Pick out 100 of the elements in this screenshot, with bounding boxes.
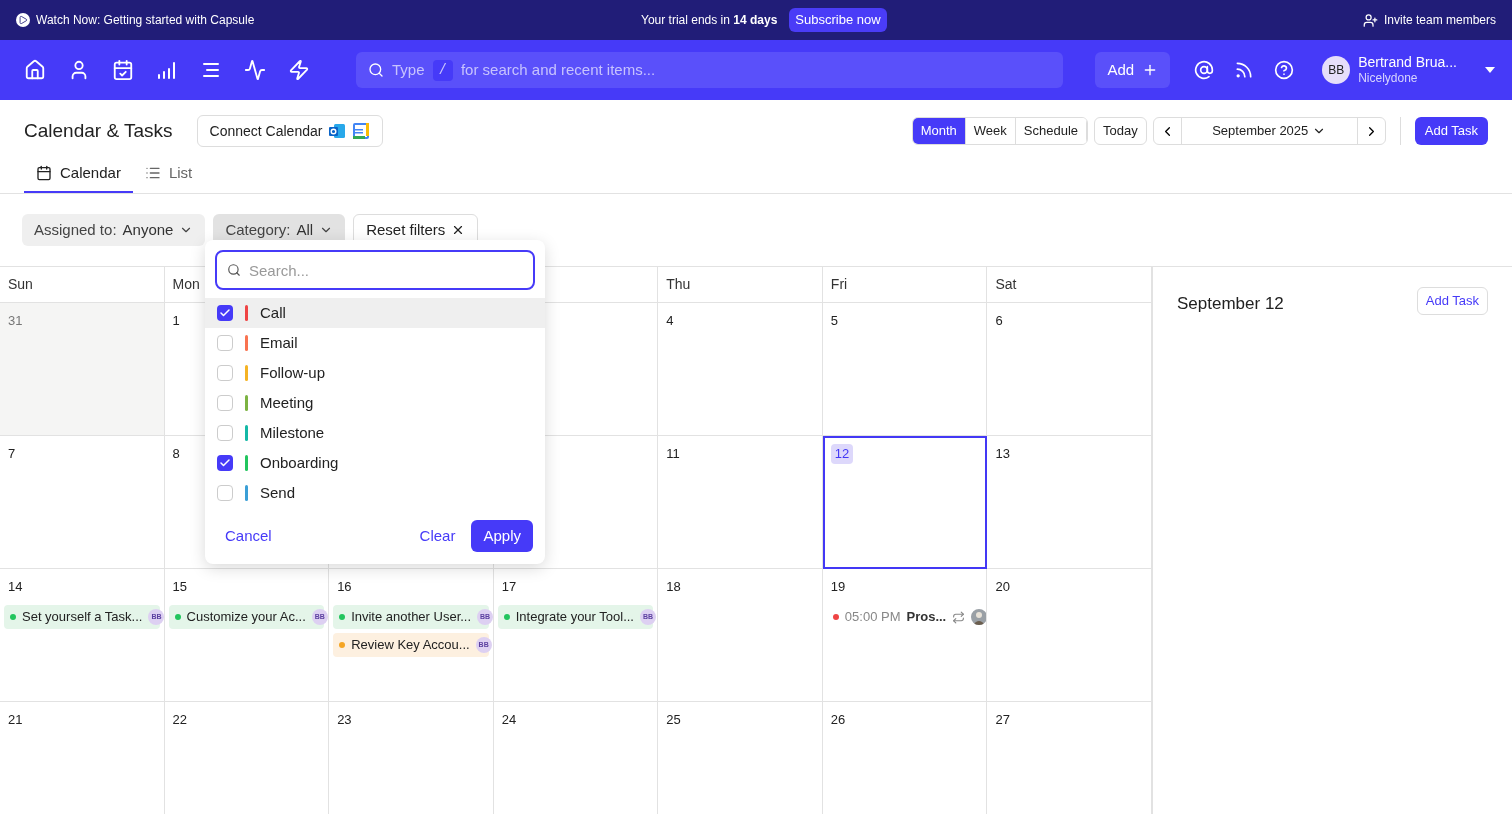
day-number: 12 [830,444,854,464]
task-title: Invite another User... [351,608,472,627]
day-number: 21 [8,711,23,730]
home-icon [24,59,46,81]
mention-icon[interactable] [1194,60,1215,80]
day-cell[interactable]: 7 [0,436,165,569]
day-number: 22 [172,711,188,730]
day-cell[interactable]: 4 [658,303,823,436]
lightning-icon [288,59,310,81]
day-number: 17 [501,578,517,597]
task-title: Integrate your Tool... [515,608,634,627]
category-label: Milestone [260,422,325,443]
day-number: 20 [995,578,1010,597]
category-option[interactable]: Call [205,298,545,328]
event-chip[interactable]: 05:00 PM Pros... [826,605,983,629]
day-number: 15 [172,578,188,597]
day-number: 7 [8,445,16,464]
day-number: 14 [8,578,23,597]
checkbox[interactable] [217,485,233,501]
checkbox[interactable] [217,365,233,381]
day-cell[interactable]: 31 [0,303,165,436]
check-icon [219,457,231,469]
category-label: Follow-up [260,362,326,383]
list-icon [144,165,161,181]
add-task-button[interactable]: Add Task [1414,117,1488,145]
day-cell[interactable]: 12 [822,436,988,569]
weekday-header: Mon [172,275,200,294]
day-number: 8 [172,445,180,464]
user-avatar[interactable]: BB [1322,56,1351,84]
category-option[interactable]: Email [205,328,545,358]
category-option[interactable]: Follow-up [205,358,545,388]
day-number: 4 [666,312,674,331]
dropdown-caret-icon[interactable] [1485,67,1495,73]
view-tab[interactable]: Month [912,118,966,144]
checkbox[interactable] [217,305,233,321]
search-hint: Type [392,59,425,80]
search-icon [227,263,241,277]
day-cell[interactable]: 20 [987,569,1152,702]
day-cell[interactable]: 13 [987,436,1152,569]
add-person-icon [1362,12,1378,28]
task-title: Set yourself a Task... [22,608,143,627]
event-title: Pros... [906,608,947,627]
day-cell[interactable]: 11 [658,436,823,569]
day-cell[interactable]: 18 [658,569,823,702]
help-icon[interactable] [1274,60,1295,80]
calendar-icon [36,165,52,181]
search-field[interactable]: Type / for search and recent items... [356,52,1064,88]
day-number: 18 [666,578,681,597]
page-title: Calendar & Tasks [24,118,173,143]
day-number: 19 [830,578,846,597]
weekday-header: Fri [830,275,848,294]
day-number: 1 [172,312,180,331]
category-option[interactable]: Onboarding [205,448,545,478]
apply-button[interactable]: Apply [471,520,533,552]
day-number: 27 [995,711,1010,730]
category-search-field[interactable]: Search... [215,250,535,290]
search-icon [368,62,384,78]
shortcut-key: / [432,59,453,81]
checkbox[interactable] [217,455,233,471]
mail-app-icon [328,122,347,140]
weekday-header: Sun [8,275,33,294]
day-number: 23 [337,711,352,730]
repeat-icon [952,610,966,624]
category-label: Send [260,482,296,503]
add-task-button[interactable]: Add Task [1416,287,1488,315]
filter-button[interactable]: Assigned to: Anyone [22,214,206,246]
today-button[interactable]: Today [1094,117,1147,145]
category-option[interactable]: Meeting [205,388,545,418]
day-cell[interactable]: 19 05:00 PM Pros... [822,569,988,702]
day-cell[interactable]: 6 [987,303,1152,436]
trend-icon [244,59,266,81]
task-title: Review Key Accou... [351,636,470,655]
clear-button[interactable]: Clear [411,520,464,552]
user-name: Bertrand Brua... [1358,53,1457,72]
checkbox[interactable] [217,425,233,441]
add-button[interactable]: Add [1095,52,1171,88]
category-label: Meeting [260,392,314,413]
day-cell[interactable]: 5 [822,303,988,436]
day-number: 26 [830,711,846,730]
checkbox[interactable] [217,335,233,351]
day-number: 24 [501,711,517,730]
category-option[interactable]: Send [205,478,545,508]
weekday-header: Thu [666,275,691,294]
watch-link[interactable]: Watch Now: Getting started with Capsule [16,11,516,29]
view-mode-tab[interactable]: List [132,155,205,193]
checkbox[interactable] [217,395,233,411]
day-number: 6 [995,312,1003,331]
play-icon [16,13,30,27]
connect-calendar-button[interactable]: Connect Calendar [196,115,384,147]
day-number: 25 [666,711,681,730]
company-name: Nicelydone [1358,71,1419,87]
category-option[interactable]: Milestone [205,418,545,448]
view-mode-tab[interactable]: Calendar [24,155,133,193]
cancel-button[interactable]: Cancel [217,520,280,552]
calendar-check-icon [112,59,134,81]
search-hint: for search and recent items... [460,59,656,80]
subscribe-button[interactable]: Subscribe now [789,8,887,32]
task-title: Customize your Ac... [186,608,306,627]
selected-date-title: September 12 [1177,293,1284,315]
invite-button[interactable]: Invite team members [1362,11,1496,29]
